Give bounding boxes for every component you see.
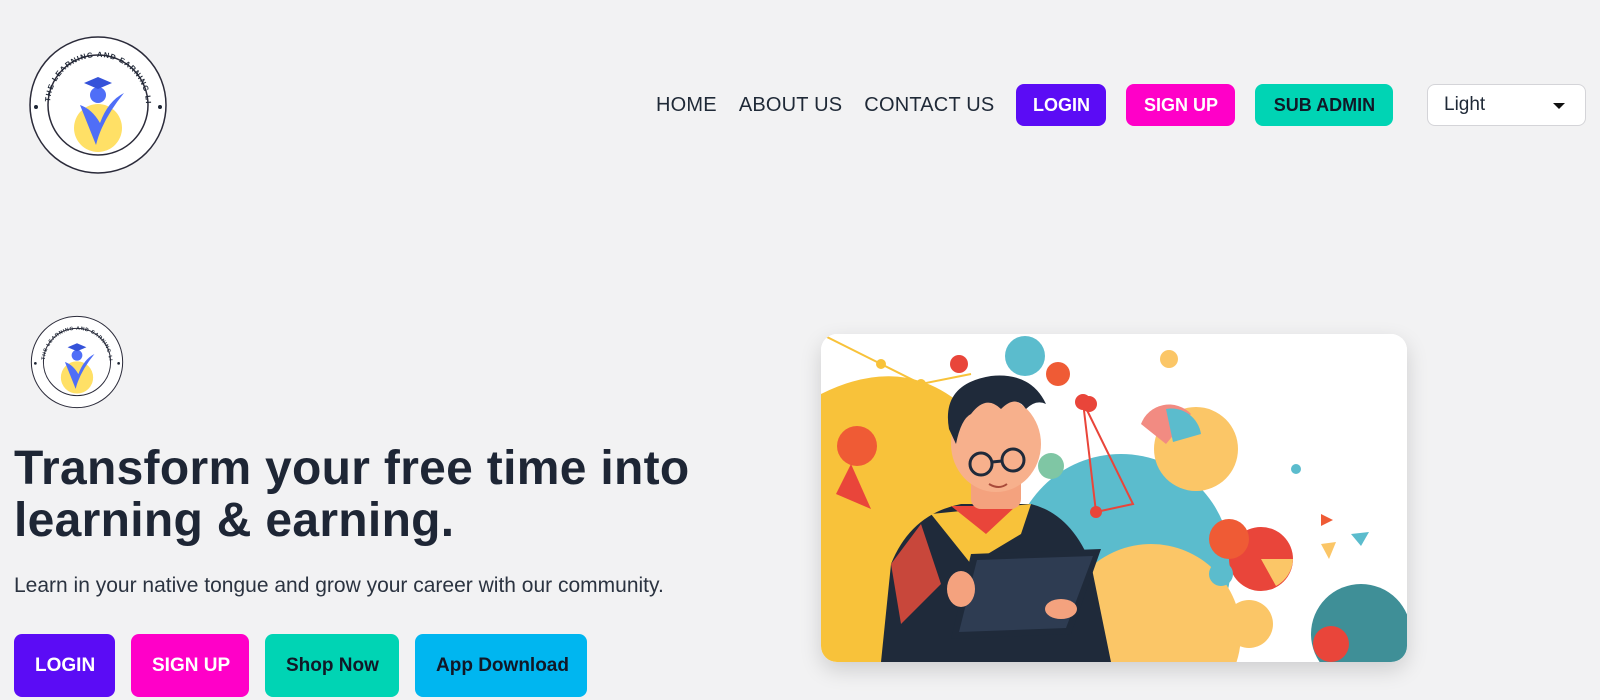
nav-login-button[interactable]: LOGIN xyxy=(1016,84,1107,126)
main-nav: HOME ABOUT US CONTACT US LOGIN SIGN UP S… xyxy=(656,84,1413,126)
nav-about-us[interactable]: ABOUT US xyxy=(739,94,842,117)
nav-signup-button[interactable]: SIGN UP xyxy=(1126,84,1236,126)
shop-now-button[interactable]: Shop Now xyxy=(265,634,399,697)
nav-sub-admin-button[interactable]: SUB ADMIN xyxy=(1255,84,1394,126)
hero-title: Transform your free time into learning &… xyxy=(14,442,690,547)
nav-home[interactable]: HOME xyxy=(656,94,717,117)
hero-illustration xyxy=(821,334,1407,662)
hero-subtitle: Learn in your native tongue and grow you… xyxy=(14,574,664,597)
theme-select[interactable]: Light xyxy=(1427,84,1586,126)
theme-select-value: Light xyxy=(1444,94,1486,115)
header-logo[interactable]: THE LEARNING AND EARNING LIMITED xyxy=(24,28,168,175)
caret-down-icon xyxy=(1553,103,1565,109)
app-download-button[interactable]: App Download xyxy=(415,634,587,697)
nav-contact-us[interactable]: CONTACT US xyxy=(864,94,994,117)
hero-login-button[interactable]: LOGIN xyxy=(14,634,115,697)
hero-logo: THE LEARNING AND EARNING LIMITED xyxy=(28,311,124,409)
hero-signup-button[interactable]: SIGN UP xyxy=(131,634,249,697)
hero-buttons: LOGIN SIGN UP Shop Now App Download xyxy=(14,634,603,697)
